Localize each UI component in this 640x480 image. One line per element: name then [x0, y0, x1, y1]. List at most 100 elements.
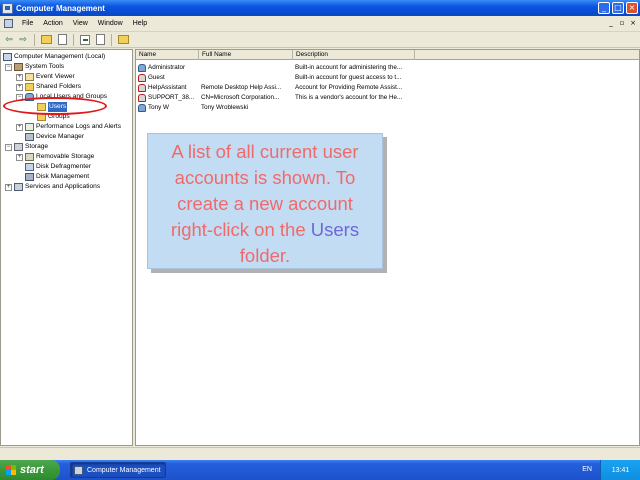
mdi-close-button[interactable]: × — [628, 19, 638, 29]
system-menu-icon[interactable] — [4, 19, 13, 28]
collapse-expander[interactable]: − — [5, 63, 12, 71]
taskbar-button-label: Computer Management — [87, 466, 161, 474]
language-indicator[interactable]: EN — [582, 466, 592, 473]
help-icon[interactable] — [118, 35, 129, 44]
toolbar-separator — [73, 33, 74, 46]
disabled-user-icon — [138, 84, 146, 92]
collapse-expander[interactable]: − — [16, 93, 23, 101]
disabled-user-icon — [138, 74, 146, 82]
callout-text-after: folder. — [239, 245, 291, 266]
tree-item-label: Disk Defragmenter — [36, 163, 91, 170]
up-one-level-icon[interactable] — [41, 35, 52, 44]
table-row[interactable]: Guest Built-in account for guest access … — [136, 73, 415, 83]
window-title: Computer Management — [16, 3, 105, 13]
callout-highlight: Users — [310, 219, 360, 240]
tree-item-root[interactable]: Computer Management (Local) — [3, 52, 105, 62]
tree-item-device-manager[interactable]: Device Manager — [25, 132, 84, 142]
tree-item-users[interactable]: Users — [37, 102, 68, 112]
clock[interactable]: 13:41 — [612, 467, 630, 474]
expand-expander[interactable]: + — [16, 153, 23, 161]
tree-item-event-viewer[interactable]: + Event Viewer — [16, 72, 75, 82]
window-title-bar[interactable]: Computer Management _ □ × — [0, 0, 640, 16]
cell-name: Administrator — [136, 63, 199, 73]
column-header-name[interactable]: Name — [136, 50, 199, 60]
tree-item-shared-folders[interactable]: + Shared Folders — [16, 82, 81, 92]
tree-item-label: Device Manager — [36, 133, 85, 140]
expand-expander[interactable]: + — [16, 123, 23, 131]
tree-item-groups[interactable]: Groups — [37, 112, 70, 122]
tree-item-removable-storage[interactable]: + Removable Storage — [16, 152, 94, 162]
toolbar-separator — [111, 33, 112, 46]
expand-expander[interactable]: + — [16, 83, 23, 91]
folder-icon — [37, 103, 46, 111]
user-icon — [138, 104, 146, 112]
table-row[interactable]: Tony W Tony Wroblewski — [136, 103, 415, 113]
taskbar-button-computer-management[interactable]: Computer Management — [70, 462, 166, 478]
user-name: Administrator — [148, 64, 186, 71]
tree-item-disk-defragmenter[interactable]: Disk Defragmenter — [25, 162, 91, 172]
export-list-icon[interactable] — [96, 34, 105, 45]
tree-item-system-tools[interactable]: − System Tools — [5, 62, 64, 72]
maximize-button[interactable]: □ — [612, 2, 624, 14]
cell-full-name: CN=Microsoft Corporation... — [201, 94, 280, 101]
user-name: Tony W — [148, 104, 169, 111]
cell-description: This is a vendor's account for the He... — [295, 94, 403, 101]
toolbox-icon — [14, 63, 23, 71]
mdi-restore-button[interactable]: ▫ — [617, 19, 627, 29]
defragmenter-icon — [25, 163, 34, 171]
column-header-full-name[interactable]: Full Name — [199, 50, 293, 60]
menu-help[interactable]: Help — [128, 20, 152, 27]
close-button[interactable]: × — [626, 2, 638, 14]
tree-item-storage[interactable]: − Storage — [5, 142, 48, 152]
taskbar: start Computer Management EN 13:41 — [0, 460, 640, 480]
user-icon — [138, 64, 146, 72]
cell-name: Tony W — [136, 103, 199, 113]
cell-name: SUPPORT_38... — [136, 93, 199, 103]
event-viewer-icon — [25, 73, 34, 81]
tree-item-label: Removable Storage — [36, 153, 95, 160]
minimize-button[interactable]: _ — [598, 2, 610, 14]
tree-item-performance[interactable]: + Performance Logs and Alerts — [16, 122, 121, 132]
cell-full-name — [199, 73, 293, 83]
menu-action[interactable]: Action — [38, 20, 67, 27]
console-tree[interactable]: Computer Management (Local) − System Too… — [0, 49, 133, 446]
tree-item-disk-management[interactable]: Disk Management — [25, 172, 89, 182]
tree-item-label: Users — [48, 102, 68, 112]
mdi-controls: _ ▫ × — [606, 19, 638, 29]
show-hide-tree-icon[interactable] — [58, 34, 67, 45]
tree-item-label: Performance Logs and Alerts — [36, 123, 122, 130]
cell-full-name — [199, 63, 293, 73]
table-row[interactable]: Administrator Built-in account for admin… — [136, 63, 415, 73]
tree-item-services[interactable]: + Services and Applications — [5, 182, 100, 192]
menu-view[interactable]: View — [68, 20, 93, 27]
mdi-minimize-button[interactable]: _ — [606, 19, 616, 29]
menu-window[interactable]: Window — [93, 20, 128, 27]
table-row[interactable]: HelpAssistant Remote Desktop Help Assi..… — [136, 83, 415, 93]
computer-icon — [3, 53, 12, 61]
tree-item-label: Disk Management — [36, 173, 90, 180]
start-button[interactable]: start — [0, 460, 60, 480]
storage-icon — [14, 143, 23, 151]
tree-item-label: System Tools — [25, 63, 65, 70]
device-manager-icon — [25, 133, 34, 141]
tree-item-label: Computer Management (Local) — [14, 53, 106, 60]
folder-icon — [37, 113, 46, 121]
cell-description: Account for Providing Remote Assist... — [295, 84, 403, 91]
start-label: start — [20, 464, 44, 476]
column-header-description[interactable]: Description — [293, 50, 415, 60]
expand-expander[interactable]: + — [16, 73, 23, 81]
performance-icon — [25, 123, 34, 131]
refresh-icon[interactable] — [80, 34, 90, 45]
removable-storage-icon — [25, 153, 34, 161]
user-name: Guest — [148, 74, 165, 81]
forward-button[interactable]: ⇨ — [17, 34, 29, 46]
tree-item-local-users-groups[interactable]: − Local Users and Groups — [16, 92, 107, 102]
table-row[interactable]: SUPPORT_38... CN=Microsoft Corporation..… — [136, 93, 415, 103]
user-name: HelpAssistant — [148, 84, 187, 91]
tree-item-label: Event Viewer — [36, 73, 75, 80]
expand-expander[interactable]: + — [5, 183, 12, 191]
back-button[interactable]: ⇦ — [3, 34, 15, 46]
collapse-expander[interactable]: − — [5, 143, 12, 151]
tutorial-callout: A list of all current user accounts is s… — [147, 133, 383, 269]
menu-file[interactable]: File — [17, 20, 38, 27]
